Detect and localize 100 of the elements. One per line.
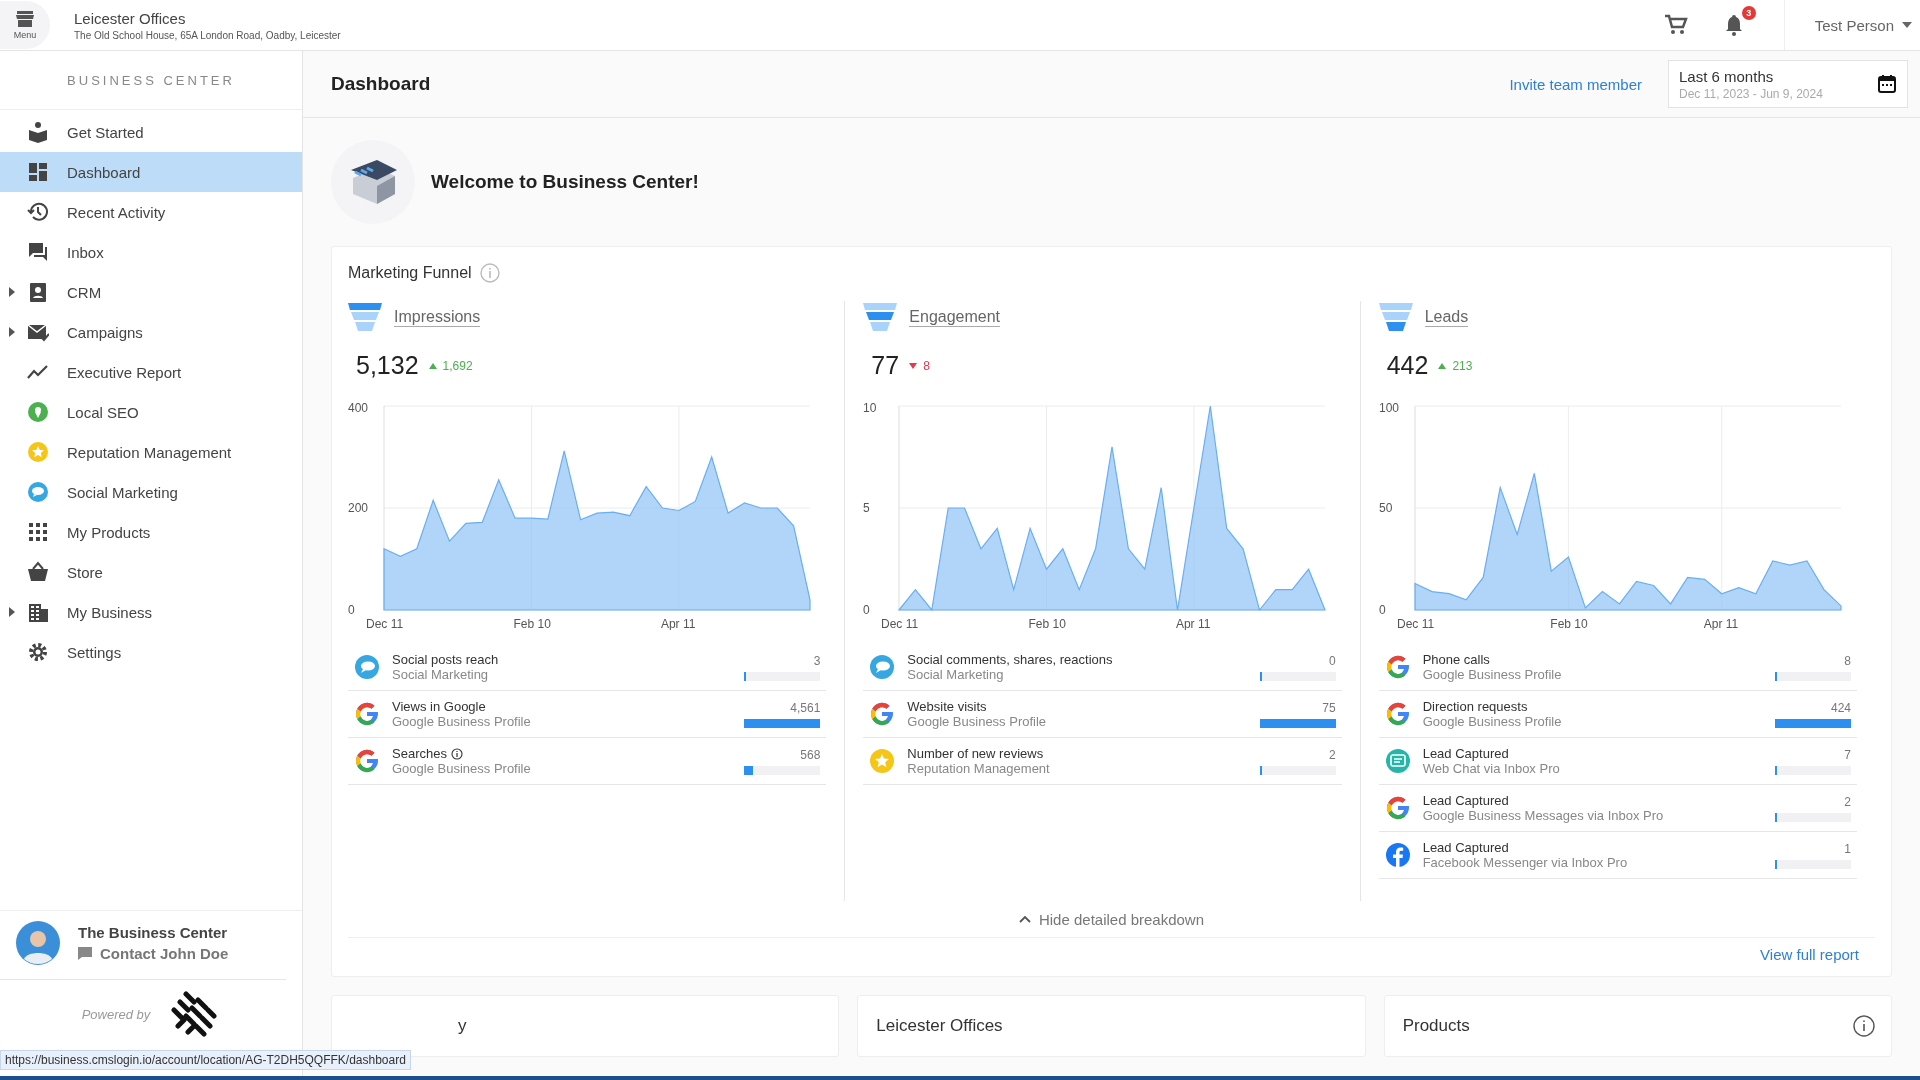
info-icon[interactable] xyxy=(450,747,463,760)
metric-label: Lead Captured xyxy=(1422,746,1509,761)
view-report-link[interactable]: View full report xyxy=(1760,946,1859,964)
sidebar-item[interactable]: Reputation Management xyxy=(0,432,302,472)
axis-label: 10 xyxy=(863,401,877,415)
metric-label: Social posts reach xyxy=(392,652,499,667)
axis-label: Dec 11 xyxy=(881,617,919,630)
sidebar-item[interactable]: Executive Report xyxy=(0,352,302,392)
metric-value: 0 xyxy=(1328,653,1336,668)
sidebar-item[interactable]: Local SEO xyxy=(0,392,302,432)
metric-label: Social comments, shares, reactions xyxy=(907,652,1113,667)
axis-label: Feb 10 xyxy=(1550,617,1588,630)
chat-icon xyxy=(27,241,49,263)
metric-source: Facebook Messenger via Inbox Pro xyxy=(1422,855,1629,870)
metric-label: Website visits xyxy=(907,699,987,714)
stage-change: 213 xyxy=(1452,358,1473,373)
business-name: The Business Center xyxy=(78,924,229,941)
page-title: Dashboard xyxy=(331,73,431,95)
sidebar-item[interactable]: My Business xyxy=(0,592,302,632)
g-logo-icon xyxy=(869,701,896,727)
stage-change: 8 xyxy=(923,358,930,373)
metric-value: 4,561 xyxy=(790,700,821,715)
axis-label: 0 xyxy=(348,603,355,617)
hide-breakdown-button[interactable]: Hide detailed breakdown xyxy=(1012,901,1211,937)
g-logo-icon xyxy=(1384,701,1411,727)
metric-source: Web Chat via Inbox Pro xyxy=(1422,761,1561,776)
sidebar-item[interactable]: Settings xyxy=(0,632,302,672)
card-title: Leicester Offices xyxy=(876,1016,1003,1036)
funnel-stage-link[interactable]: Leads xyxy=(1424,307,1469,327)
settings-icon xyxy=(27,641,49,663)
axis-label: 200 xyxy=(348,501,369,515)
metric-value: 1 xyxy=(1844,841,1851,856)
chat-icon xyxy=(78,947,92,960)
metric-value: 75 xyxy=(1322,700,1336,715)
sidebar-item[interactable]: Social Marketing xyxy=(0,472,302,512)
axis-label: Apr 11 xyxy=(1176,617,1211,630)
metric-label: Lead Captured xyxy=(1422,793,1509,808)
funnel-stage-link[interactable]: Impressions xyxy=(394,307,481,327)
sidebar-item[interactable]: CRM xyxy=(0,272,302,312)
notification-count: 3 xyxy=(1741,6,1756,20)
sidebar-item[interactable]: Dashboard xyxy=(0,152,302,192)
metric-value: 8 xyxy=(1844,653,1851,668)
g-logo-icon xyxy=(1384,795,1411,821)
speech-bubble-icon xyxy=(27,481,49,503)
sidebar-item[interactable]: Inbox xyxy=(0,232,302,272)
sidebar-heading: BUSINESS CENTER xyxy=(0,51,302,110)
menu-button[interactable]: Menu xyxy=(0,1,50,49)
speech-bubble-icon xyxy=(354,654,380,680)
axis-label: 400 xyxy=(348,401,369,415)
caret-icon[interactable] xyxy=(9,327,15,337)
axis-label: 100 xyxy=(1378,401,1399,415)
stage-change: 1,692 xyxy=(442,358,473,373)
metric-value: 2 xyxy=(1844,794,1851,809)
funnel-stage-link[interactable]: Engagement xyxy=(909,307,1001,327)
sidebar-item[interactable]: Recent Activity xyxy=(0,192,302,232)
metric-source: Google Business Profile xyxy=(1422,714,1563,729)
welcome-title: Welcome to Business Center! xyxy=(431,171,699,193)
sidebar-item[interactable]: Campaigns xyxy=(0,312,302,352)
stage-total: 442 xyxy=(1386,351,1429,380)
contact-link[interactable]: Contact John Doe xyxy=(78,945,229,962)
metric-source: Google Business Profile xyxy=(392,714,532,729)
sidebar-item[interactable]: Get Started xyxy=(0,112,302,152)
caret-icon xyxy=(1902,22,1912,28)
cart-icon[interactable] xyxy=(1663,14,1688,36)
metric-source: Social Marketing xyxy=(907,667,1005,682)
metric-source: Google Business Profile xyxy=(1422,667,1563,682)
f-logo-icon xyxy=(1384,842,1411,868)
metric-label: Phone calls xyxy=(1422,652,1490,667)
axis-label: 50 xyxy=(1378,501,1392,515)
axis-label: Feb 10 xyxy=(1028,617,1067,630)
metric-label: Number of new reviews xyxy=(907,746,1044,761)
g-logo-icon xyxy=(354,701,380,727)
card-title: y xyxy=(458,1016,467,1036)
location-address: The Old School House, 65A London Road, Oadby, Leicester xyxy=(74,29,341,41)
stage-total: 77 xyxy=(871,351,900,380)
funnel-icon xyxy=(863,303,898,331)
sidebar-item[interactable]: Store xyxy=(0,552,302,592)
metric-value: 3 xyxy=(813,653,821,668)
metric-source: Google Business Profile xyxy=(907,714,1048,729)
invite-link[interactable]: Invite team member xyxy=(1509,75,1642,93)
date-range-picker[interactable]: Last 6 months Dec 11, 2023 - Jun 9, 2024 xyxy=(1668,60,1908,108)
metric-value: 2 xyxy=(1328,747,1336,762)
caret-icon[interactable] xyxy=(9,607,15,617)
calendar-icon xyxy=(1877,74,1897,94)
sidebar-item[interactable]: My Products xyxy=(0,512,302,552)
metric-value: 568 xyxy=(800,747,821,762)
grid-icon xyxy=(27,521,49,543)
axis-label: Apr 11 xyxy=(1703,617,1738,630)
dashboard-icon xyxy=(27,161,49,183)
axis-label: 0 xyxy=(1378,603,1386,617)
info-icon[interactable] xyxy=(1853,1015,1875,1037)
chevron-up-icon xyxy=(1018,915,1031,923)
funnel-icon xyxy=(348,303,382,331)
metric-source: Reputation Management xyxy=(907,761,1051,776)
axis-label: Apr 11 xyxy=(660,617,696,630)
caret-icon[interactable] xyxy=(9,287,15,297)
card-title: Marketing Funnel xyxy=(348,264,472,282)
location-pin-icon xyxy=(27,401,49,423)
axis-label: Dec 11 xyxy=(366,617,404,630)
contact-card-icon xyxy=(27,281,49,303)
